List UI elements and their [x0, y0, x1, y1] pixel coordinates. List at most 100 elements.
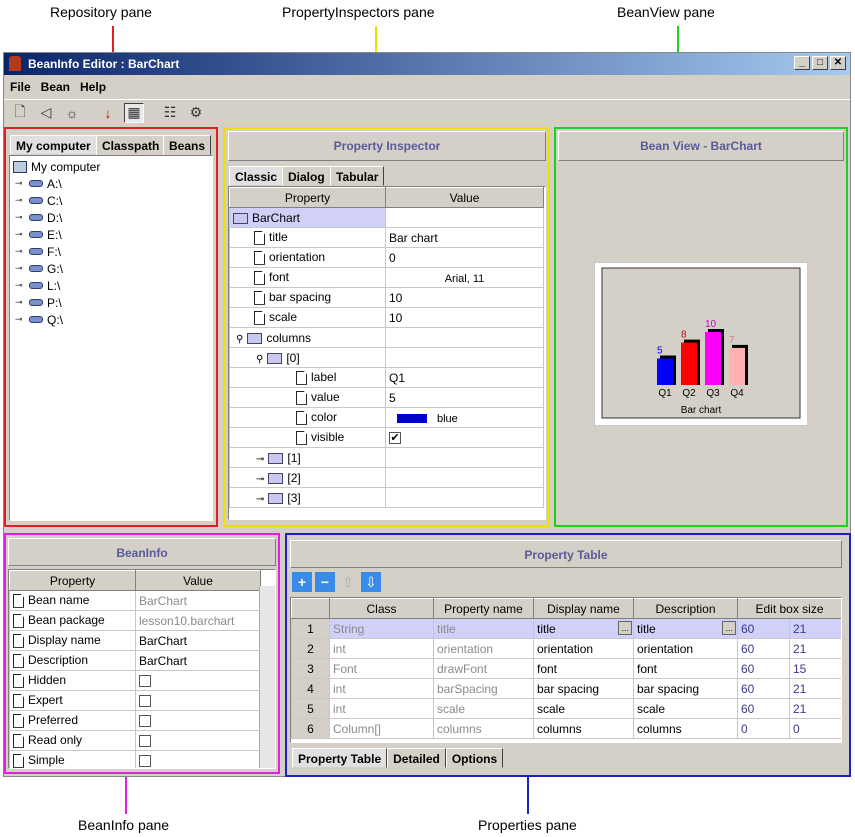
move-down-icon[interactable]: ⇩	[361, 572, 381, 592]
inspector-row[interactable]: label Q1	[229, 367, 544, 388]
property-name-cell[interactable]: scale	[433, 698, 534, 719]
property-name-cell[interactable]: barSpacing	[433, 678, 534, 699]
expand-icon[interactable]: ⊸	[15, 246, 25, 257]
class-cell[interactable]: Column[]	[329, 718, 434, 739]
tree-root[interactable]: My computer	[13, 158, 100, 175]
edit-width-cell[interactable]: 0	[737, 718, 790, 739]
column-header[interactable]: Display name	[533, 598, 634, 619]
ellipsis-button[interactable]: ...	[722, 621, 736, 635]
expand-icon[interactable]: ⊸	[15, 263, 25, 274]
beaninfo-checkbox[interactable]	[139, 695, 151, 708]
tab-tabular[interactable]: Tabular	[330, 166, 385, 186]
property-value[interactable]: blue	[385, 407, 544, 428]
edit-height-cell[interactable]: 21	[788, 618, 841, 639]
property-value[interactable]	[385, 347, 544, 368]
edit-height-cell[interactable]: 21	[788, 698, 841, 719]
column-header[interactable]: Value	[135, 570, 261, 591]
tree-drive[interactable]: ⊸ P:\	[15, 294, 62, 311]
property-value[interactable]: Arial, 11	[385, 267, 544, 288]
edit-height-cell[interactable]: 21	[788, 638, 841, 659]
edit-height-cell[interactable]: 15	[788, 658, 841, 679]
expand-icon[interactable]: ⊸	[15, 195, 25, 206]
display-name-cell[interactable]: title...	[533, 618, 634, 639]
tab-property-table[interactable]: Property Table	[292, 748, 388, 768]
beaninfo-row[interactable]: Bean name BarChart	[9, 590, 261, 611]
display-name-cell[interactable]: scale	[533, 698, 634, 719]
inspector-row[interactable]: BarChart	[229, 207, 544, 228]
property-value[interactable]: ✔	[385, 427, 544, 448]
tree-drive[interactable]: ⊸ Q:\	[15, 311, 63, 328]
property-name-cell[interactable]: columns	[433, 718, 534, 739]
expand-icon[interactable]: ⊸	[15, 229, 25, 240]
expand-icon[interactable]: ⊸	[15, 297, 25, 308]
column-header[interactable]: Edit box size	[736, 598, 841, 619]
property-value[interactable]: 5	[385, 387, 544, 408]
edit-width-cell[interactable]: 60	[737, 698, 790, 719]
inspector-row[interactable]: ⊸ [2]	[229, 467, 544, 488]
property-row[interactable]: 5 int scale scale scale 60 21	[291, 698, 841, 719]
beaninfo-value[interactable]: lesson10.barchart	[135, 610, 261, 631]
inspector-row[interactable]: visible ✔	[229, 427, 544, 448]
inspector-row[interactable]: ⚲ columns	[229, 327, 544, 348]
property-name-cell[interactable]: title	[433, 618, 534, 639]
display-name-cell[interactable]: font	[533, 658, 634, 679]
property-value[interactable]: 10	[385, 287, 544, 308]
property-value[interactable]: Q1	[385, 367, 544, 388]
menu-help[interactable]: Help	[80, 77, 106, 97]
expand-icon[interactable]: ⊸	[15, 314, 25, 325]
inspector-row[interactable]: value 5	[229, 387, 544, 408]
property-name-cell[interactable]: drawFont	[433, 658, 534, 679]
beaninfo-checkbox[interactable]	[139, 735, 151, 748]
expand-icon[interactable]: ⊸	[256, 474, 264, 485]
property-value[interactable]: 0	[385, 247, 544, 268]
tab-beans[interactable]: Beans	[163, 135, 212, 155]
property-value[interactable]: Bar chart	[385, 227, 544, 248]
column-header[interactable]: Class	[329, 598, 434, 619]
tab-dialog[interactable]: Dialog	[282, 166, 331, 186]
reload-icon[interactable]: ☼	[62, 103, 82, 123]
beaninfo-row[interactable]: Description BarChart	[9, 650, 261, 671]
visible-checkbox[interactable]: ✔	[389, 432, 401, 445]
ellipsis-button[interactable]: ...	[618, 621, 632, 635]
beaninfo-value[interactable]	[135, 750, 261, 768]
new-document-icon[interactable]: 🗋	[10, 103, 30, 123]
move-up-icon[interactable]: ⇧	[338, 572, 358, 592]
beaninfo-value[interactable]	[135, 730, 261, 751]
inspector-row[interactable]: color blue	[229, 407, 544, 428]
expand-icon[interactable]: ⚲	[256, 354, 263, 365]
edit-height-cell[interactable]: 21	[788, 678, 841, 699]
tree-drive[interactable]: ⊸ A:\	[15, 175, 62, 192]
class-cell[interactable]: int	[329, 678, 434, 699]
beaninfo-row[interactable]: Preferred	[9, 710, 261, 731]
property-name-cell[interactable]: orientation	[433, 638, 534, 659]
minimize-button[interactable]: _	[794, 56, 810, 70]
description-cell[interactable]: bar spacing	[633, 678, 738, 699]
description-cell[interactable]: columns	[633, 718, 738, 739]
beaninfo-checkbox[interactable]	[139, 715, 151, 728]
beaninfo-scrollbar[interactable]	[259, 586, 275, 768]
inspector-row[interactable]: ⚲ [0]	[229, 347, 544, 368]
beaninfo-row[interactable]: Display name BarChart	[9, 630, 261, 651]
beaninfo-row[interactable]: Simple	[9, 750, 261, 768]
property-value[interactable]	[385, 487, 544, 508]
property-value[interactable]	[385, 207, 544, 228]
expand-icon[interactable]: ⊸	[15, 280, 25, 291]
expand-icon[interactable]: ⚲	[236, 334, 243, 345]
maximize-button[interactable]: □	[812, 56, 828, 70]
column-header[interactable]: Description	[633, 598, 738, 619]
column-header[interactable]: Property	[229, 187, 386, 208]
property-value[interactable]	[385, 467, 544, 488]
property-row[interactable]: 2 int orientation orientation orientation 60 2…	[291, 638, 841, 659]
property-row[interactable]: 1 String title title... title... 60 21	[291, 618, 841, 639]
inspector-row[interactable]: scale 10	[229, 307, 544, 328]
expand-icon[interactable]: ⊸	[15, 212, 25, 223]
view-toggle-icon[interactable]: ▦	[124, 102, 144, 123]
class-cell[interactable]: int	[329, 698, 434, 719]
tree-drive[interactable]: ⊸ E:\	[15, 226, 62, 243]
tab-classpath[interactable]: Classpath	[96, 135, 166, 155]
description-cell[interactable]: font	[633, 658, 738, 679]
tree-drive[interactable]: ⊸ G:\	[15, 260, 63, 277]
beaninfo-value[interactable]: BarChart	[135, 630, 261, 651]
tree-icon[interactable]: ☷	[160, 103, 180, 123]
edit-width-cell[interactable]: 60	[737, 678, 790, 699]
